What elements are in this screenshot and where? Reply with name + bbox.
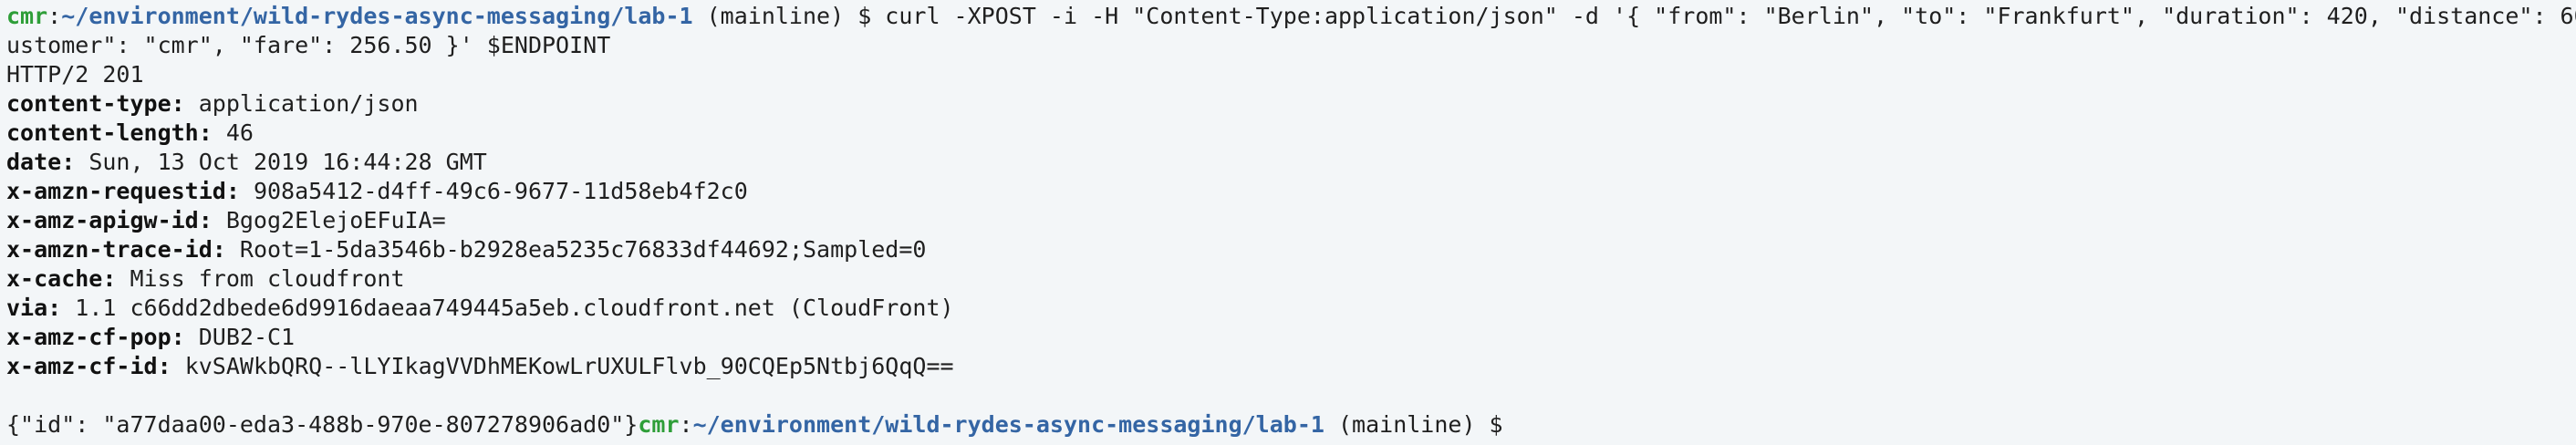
response-header: date: Sun, 13 Oct 2019 16:44:28 GMT bbox=[6, 148, 2576, 177]
prompt-separator: : bbox=[679, 411, 693, 438]
response-header: x-cache: Miss from cloudfront bbox=[6, 264, 2576, 294]
header-value: application/json bbox=[184, 90, 419, 117]
command-text: curl -XPOST -i -H "Content-Type:applicat… bbox=[871, 3, 2576, 29]
header-colon: : bbox=[225, 178, 240, 204]
header-name: x-amz-cf-pop bbox=[6, 324, 171, 350]
terminal-window[interactable]: cmr:~/environment/wild-rydes-async-messa… bbox=[0, 0, 2576, 445]
http-status: HTTP/2 201 bbox=[6, 61, 144, 88]
header-colon: : bbox=[198, 119, 213, 146]
response-header: x-amzn-trace-id: Root=1-5da3546b-b2928ea… bbox=[6, 235, 2576, 264]
header-name: content-length bbox=[6, 119, 199, 146]
header-value: 908a5412-d4ff-49c6-9677-11d58eb4f2c0 bbox=[239, 178, 748, 204]
header-value: Root=1-5da3546b-b2928ea5235c76833df44692… bbox=[225, 236, 927, 263]
header-colon: : bbox=[47, 295, 62, 321]
prompt-user: cmr bbox=[638, 411, 680, 438]
header-value: kvSAWkbQRQ--lLYIkagVVDhMEKowLrUXULFlvb_9… bbox=[171, 353, 954, 379]
response-header: content-type: application/json bbox=[6, 89, 2576, 119]
prompt-branch: (mainline) $ bbox=[1324, 411, 1503, 438]
response-body-line: {"id": "a77daa00-eda3-488b-970e-80727890… bbox=[6, 410, 2576, 440]
header-value: Bgog2ElejoEFuIA= bbox=[212, 207, 446, 233]
header-colon: : bbox=[171, 90, 185, 117]
response-header: content-length: 46 bbox=[6, 119, 2576, 148]
header-value: 1.1 c66dd2dbede6d9916daeaa749445a5eb.clo… bbox=[61, 295, 954, 321]
prompt-user: cmr bbox=[6, 3, 48, 29]
header-value: DUB2-C1 bbox=[184, 324, 296, 350]
prompt-separator: : bbox=[47, 3, 62, 29]
response-header: x-amz-cf-pop: DUB2-C1 bbox=[6, 323, 2576, 352]
response-body: {"id": "a77daa00-eda3-488b-970e-80727890… bbox=[6, 411, 639, 438]
response-header: x-amz-cf-id: kvSAWkbQRQ--lLYIkagVVDhMEKo… bbox=[6, 352, 2576, 381]
header-name: x-amzn-requestid bbox=[6, 178, 226, 204]
header-name: x-amzn-trace-id bbox=[6, 236, 213, 263]
header-value: 46 bbox=[212, 119, 254, 146]
command-line-wrap: ustomer": "cmr", "fare": 256.50 }' $ENDP… bbox=[6, 31, 2576, 60]
header-name: x-cache bbox=[6, 265, 103, 292]
header-colon: : bbox=[102, 265, 117, 292]
response-header: x-amzn-requestid: 908a5412-d4ff-49c6-967… bbox=[6, 177, 2576, 206]
prompt-path: ~/environment/wild-rydes-async-messaging… bbox=[692, 411, 1324, 438]
header-colon: : bbox=[157, 353, 171, 379]
header-name: date bbox=[6, 149, 62, 175]
prompt-path: ~/environment/wild-rydes-async-messaging… bbox=[61, 3, 693, 29]
header-colon: : bbox=[61, 149, 76, 175]
header-name: via bbox=[6, 295, 48, 321]
header-name: x-amz-cf-id bbox=[6, 353, 158, 379]
header-name: x-amz-apigw-id bbox=[6, 207, 199, 233]
header-value: Miss from cloudfront bbox=[116, 265, 405, 292]
header-colon: : bbox=[171, 324, 185, 350]
command-line: cmr:~/environment/wild-rydes-async-messa… bbox=[6, 2, 2576, 31]
http-status-line: HTTP/2 201 bbox=[6, 60, 2576, 89]
prompt-branch: (mainline) $ bbox=[692, 3, 872, 29]
command-text-wrap: ustomer": "cmr", "fare": 256.50 }' $ENDP… bbox=[6, 32, 611, 58]
header-name: content-type bbox=[6, 90, 171, 117]
response-header: x-amz-apigw-id: Bgog2ElejoEFuIA= bbox=[6, 206, 2576, 235]
header-value: Sun, 13 Oct 2019 16:44:28 GMT bbox=[75, 149, 487, 175]
header-colon: : bbox=[212, 236, 226, 263]
response-header: via: 1.1 c66dd2dbede6d9916daeaa749445a5e… bbox=[6, 294, 2576, 323]
header-colon: : bbox=[198, 207, 213, 233]
